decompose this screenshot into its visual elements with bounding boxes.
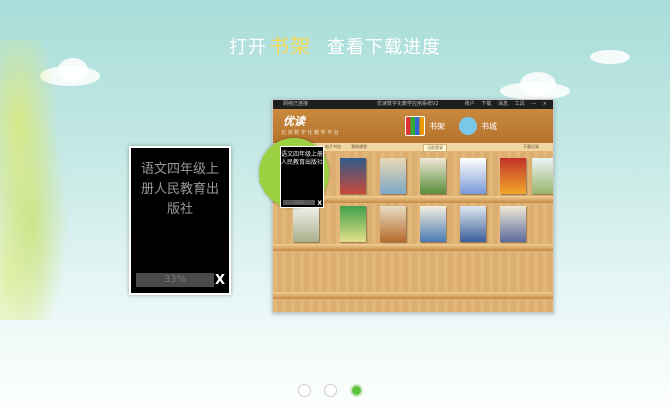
bookshelf-icon: [405, 116, 425, 136]
mini-book-title: 语文四年级上册人民教育出版社: [281, 151, 324, 166]
book-cover[interactable]: [420, 158, 446, 194]
book-cover[interactable]: [500, 206, 526, 242]
heading-highlight: 书架: [269, 34, 311, 58]
app-title: 优读数字化教学应用系统V2: [377, 101, 439, 107]
bookstore-icon: [459, 117, 477, 135]
menu-message[interactable]: 消息: [498, 101, 508, 107]
heading-prefix: 打开: [229, 37, 267, 58]
pager: [298, 384, 363, 397]
pager-dot-3[interactable]: [350, 384, 363, 397]
book-cover[interactable]: [420, 206, 446, 242]
tab-bookstore[interactable]: 书城: [459, 115, 497, 137]
pager-dot-1[interactable]: [298, 384, 311, 397]
app-header: 优读 北 京 数 字 化 教 学 平 台 书架 书城: [273, 109, 553, 143]
notice-badge: 当前登录: [423, 144, 447, 152]
pager-dot-2[interactable]: [324, 384, 337, 397]
logo-subtitle: 北 京 数 字 化 教 学 平 台: [281, 130, 339, 136]
mini-progress-bar: 33%: [283, 200, 315, 205]
tab-bookshelf[interactable]: 书架: [405, 115, 445, 137]
connection-status: 网络已连接: [283, 101, 309, 107]
menu-download[interactable]: 下载: [481, 101, 491, 107]
download-progress-card: 语文四年级上册人民教育出版社 33% X: [129, 146, 231, 295]
book-cover[interactable]: [532, 158, 553, 194]
shelf-plank: [273, 244, 553, 251]
decorative-leaves: [0, 40, 90, 320]
link-download-record[interactable]: 下载记录: [523, 143, 539, 151]
link-classroom[interactable]: 我的课堂: [351, 143, 367, 151]
book-cover[interactable]: [460, 206, 486, 242]
tab-bookshelf-label: 书架: [429, 121, 445, 131]
page-heading: 打开 书架 查看下载进度: [0, 30, 670, 59]
minimize-button[interactable]: —: [531, 101, 536, 107]
book-cover[interactable]: [340, 158, 366, 194]
book-cover[interactable]: [460, 158, 486, 194]
cloud: [520, 72, 556, 96]
close-button[interactable]: ×: [543, 101, 547, 107]
mini-close-icon[interactable]: X: [317, 200, 322, 207]
book-cover[interactable]: [500, 158, 526, 194]
book-cover[interactable]: [380, 158, 406, 194]
shelf-plank: [273, 292, 553, 299]
book-title: 语文四年级上册人民教育出版社: [140, 162, 219, 217]
mini-download-card: 语文四年级上册人民教育出版社 33% X: [280, 146, 324, 208]
app-titlebar: 网络已连接 优读数字化教学应用系统V2 账户 下载 消息 工具 — ×: [273, 100, 553, 109]
book-cover[interactable]: [340, 206, 366, 242]
tab-bookstore-label: 书城: [481, 121, 497, 131]
heading-suffix: 查看下载进度: [327, 37, 441, 58]
close-icon[interactable]: X: [215, 273, 225, 288]
menu-tools[interactable]: 工具: [515, 101, 525, 107]
titlebar-menu: 账户 下载 消息 工具 — ×: [460, 100, 547, 109]
menu-account[interactable]: 账户: [465, 101, 475, 107]
callout-pointer: [258, 176, 266, 188]
logo: 优读: [283, 115, 305, 128]
link-schoolbag[interactable]: 电子书包: [325, 143, 341, 151]
progress-bar: 33%: [136, 273, 214, 287]
book-cover[interactable]: [293, 206, 319, 242]
book-cover[interactable]: [380, 206, 406, 242]
